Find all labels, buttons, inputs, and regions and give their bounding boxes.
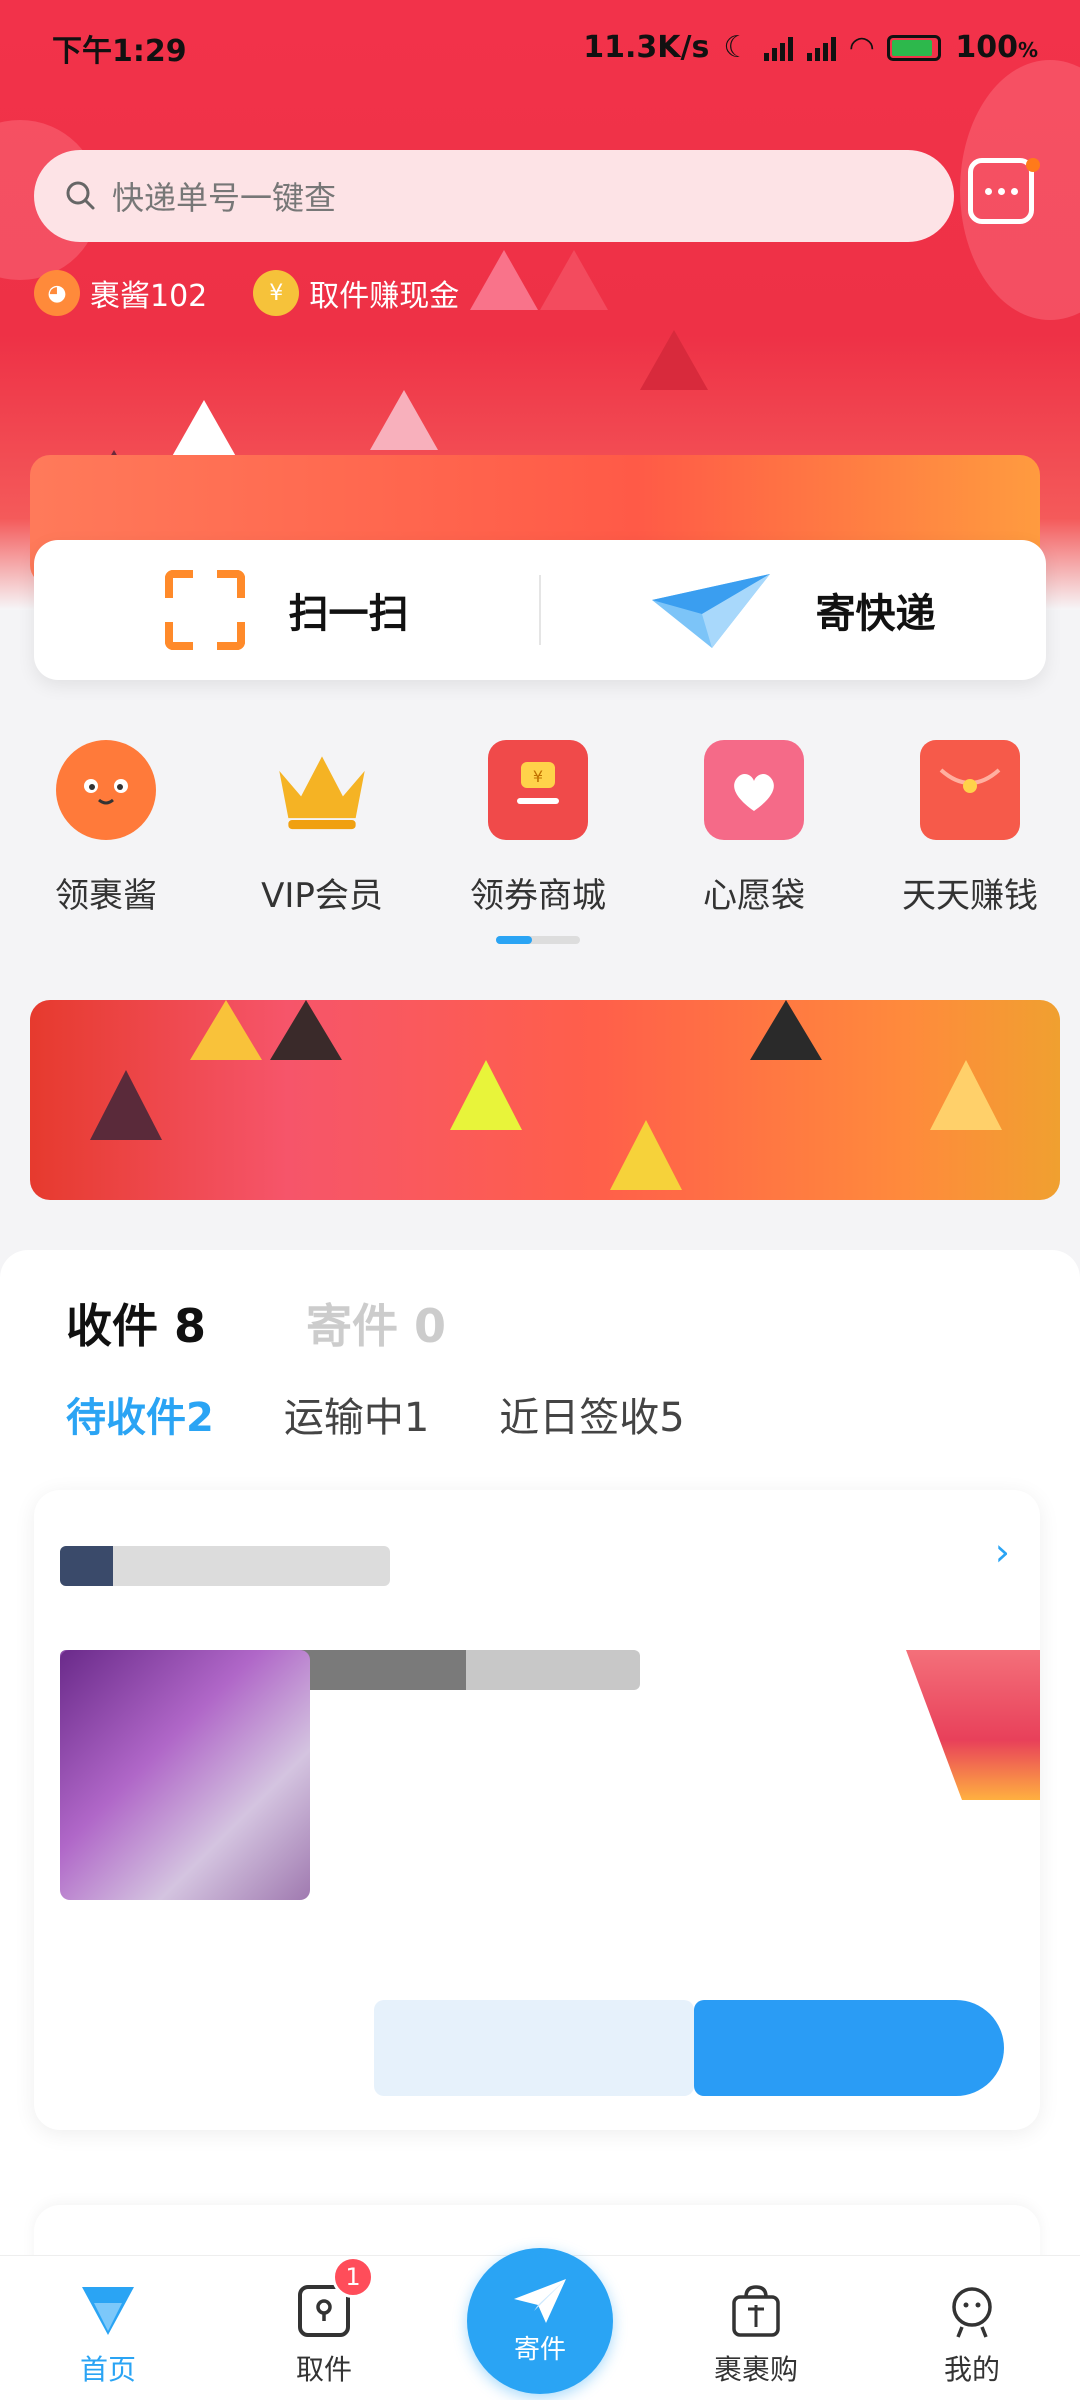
- message-button[interactable]: [968, 158, 1034, 224]
- send-label: 寄快递: [815, 591, 936, 637]
- nav-label: 寄件: [513, 2334, 566, 2365]
- decor-triangle: [190, 1000, 262, 1060]
- quick-item-mascot[interactable]: 领裹酱: [16, 740, 196, 917]
- status-indicators: 11.3K/s ☾ ◠ 100%: [583, 30, 1038, 65]
- quick-item-coupon-mall[interactable]: ¥ 领券商城: [448, 740, 628, 917]
- parcels-panel: 收件 8 寄件 0 待收件2 运输中1 近日签收5 ›: [0, 1250, 1080, 2285]
- quick-item-label: 领券商城: [470, 876, 606, 916]
- send-express-button[interactable]: 寄快递: [541, 540, 1046, 680]
- moon-icon: ☾: [723, 30, 751, 65]
- nav-profile[interactable]: 我的: [892, 2282, 1052, 2388]
- signal-icon: [764, 35, 794, 61]
- network-speed: 11.3K/s: [583, 30, 710, 65]
- quick-item-wish-bag[interactable]: 心愿袋: [664, 740, 844, 917]
- parcel-carrier-placeholder: [60, 1546, 390, 1586]
- svg-text:¥: ¥: [533, 767, 543, 786]
- scan-button[interactable]: 扫一扫: [34, 540, 539, 680]
- parcel-card[interactable]: ›: [34, 1490, 1040, 2130]
- nav-shop[interactable]: 裹裹购: [676, 2282, 836, 2388]
- quick-item-label: 心愿袋: [703, 876, 805, 916]
- chip-label: 取件赚现金: [309, 279, 460, 314]
- battery-level: 100%: [955, 30, 1038, 65]
- crown-icon: [272, 740, 372, 840]
- wifi-icon: ◠: [850, 30, 874, 65]
- heart-bag-icon: [704, 740, 804, 840]
- decor-triangle: [610, 1120, 682, 1190]
- decor-triangle: [270, 1000, 342, 1060]
- tab-recently-signed[interactable]: 近日签收5: [499, 1385, 684, 1443]
- header-chips: ◕ 裹酱102 ¥ 取件赚现金: [34, 270, 459, 316]
- nav-label: 首页: [79, 2353, 136, 2386]
- mascot-icon: ◕: [34, 270, 80, 316]
- action-card: 扫一扫 寄快递: [34, 540, 1046, 680]
- product-thumbnail: [60, 1650, 310, 1900]
- yuan-coin-icon: ¥: [253, 270, 300, 316]
- nav-label: 裹裹购: [713, 2353, 798, 2386]
- decor-triangle: [930, 1060, 1002, 1130]
- message-icon: [984, 187, 992, 195]
- scan-label: 扫一扫: [288, 591, 409, 637]
- battery-icon: [887, 34, 942, 61]
- page-indicator: [496, 936, 580, 944]
- paper-plane-icon: [651, 574, 770, 648]
- search-icon: [66, 181, 95, 210]
- parcel-type-tabs: 收件 8 寄件 0: [66, 1290, 446, 1358]
- mascot-face-icon: [56, 740, 156, 840]
- red-envelope-icon: [920, 740, 1020, 840]
- decor-triangle: [370, 390, 438, 450]
- profile-icon: [943, 2282, 1001, 2340]
- chip-mascot-points[interactable]: ◕ 裹酱102: [34, 270, 207, 316]
- discount-bag-icon: [727, 2282, 785, 2340]
- nav-label: 取件: [295, 2353, 352, 2386]
- decor-triangle: [470, 250, 538, 310]
- tab-send[interactable]: 寄件 0: [306, 1290, 446, 1356]
- signal-icon: [807, 35, 837, 61]
- promo-banner[interactable]: [30, 1000, 1060, 1200]
- unread-dot: [1026, 158, 1040, 172]
- paper-plane-icon: [514, 2278, 566, 2323]
- nav-label: 我的: [943, 2353, 1000, 2386]
- status-time: 下午1:29: [52, 33, 187, 69]
- tab-receive[interactable]: 收件 8: [66, 1290, 206, 1358]
- home-icon: [79, 2282, 137, 2340]
- quick-item-label: 天天赚钱: [902, 876, 1038, 916]
- send-fab[interactable]: 寄件: [467, 2248, 613, 2394]
- scan-icon: [164, 570, 245, 650]
- decor-triangle: [450, 1060, 522, 1130]
- parcel-status-tabs: 待收件2 运输中1 近日签收5: [66, 1385, 685, 1443]
- decor-triangle: [170, 400, 238, 460]
- search-bar[interactable]: 快递单号一键查: [34, 150, 954, 242]
- nav-pickup[interactable]: 1 取件: [244, 2256, 404, 2388]
- status-bar: 下午1:29 11.3K/s ☾ ◠ 100%: [0, 0, 1080, 95]
- coupon-box-icon: ¥: [488, 740, 588, 840]
- pickup-badge: 1: [332, 2256, 374, 2298]
- tab-in-transit[interactable]: 运输中1: [284, 1385, 429, 1443]
- secondary-action-button[interactable]: [374, 2000, 694, 2096]
- tab-pending-pickup[interactable]: 待收件2: [66, 1385, 214, 1443]
- decor-triangle: [540, 250, 608, 310]
- nav-home[interactable]: 首页: [28, 2282, 188, 2388]
- quick-item-vip[interactable]: VIP会员: [232, 740, 412, 917]
- search-placeholder: 快递单号一键查: [112, 179, 337, 217]
- chevron-right-icon[interactable]: ›: [995, 1530, 1010, 1574]
- chip-label: 裹酱102: [90, 279, 208, 314]
- chip-earn-cash[interactable]: ¥ 取件赚现金: [253, 270, 459, 316]
- bottom-nav: 首页 1 取件 寄件 裹裹购 我的: [0, 2248, 1080, 2400]
- decor-triangle: [90, 1070, 162, 1140]
- quick-item-label: VIP会员: [261, 876, 383, 916]
- quick-item-label: 领裹酱: [55, 876, 157, 916]
- nav-send[interactable]: 寄件: [460, 2248, 620, 2394]
- quick-item-daily-earn[interactable]: 天天赚钱: [880, 740, 1060, 917]
- decor-triangle: [640, 330, 708, 390]
- pickup-tag: [906, 1650, 1040, 1800]
- primary-action-button[interactable]: [694, 2000, 1004, 2096]
- decor-triangle: [750, 1000, 822, 1060]
